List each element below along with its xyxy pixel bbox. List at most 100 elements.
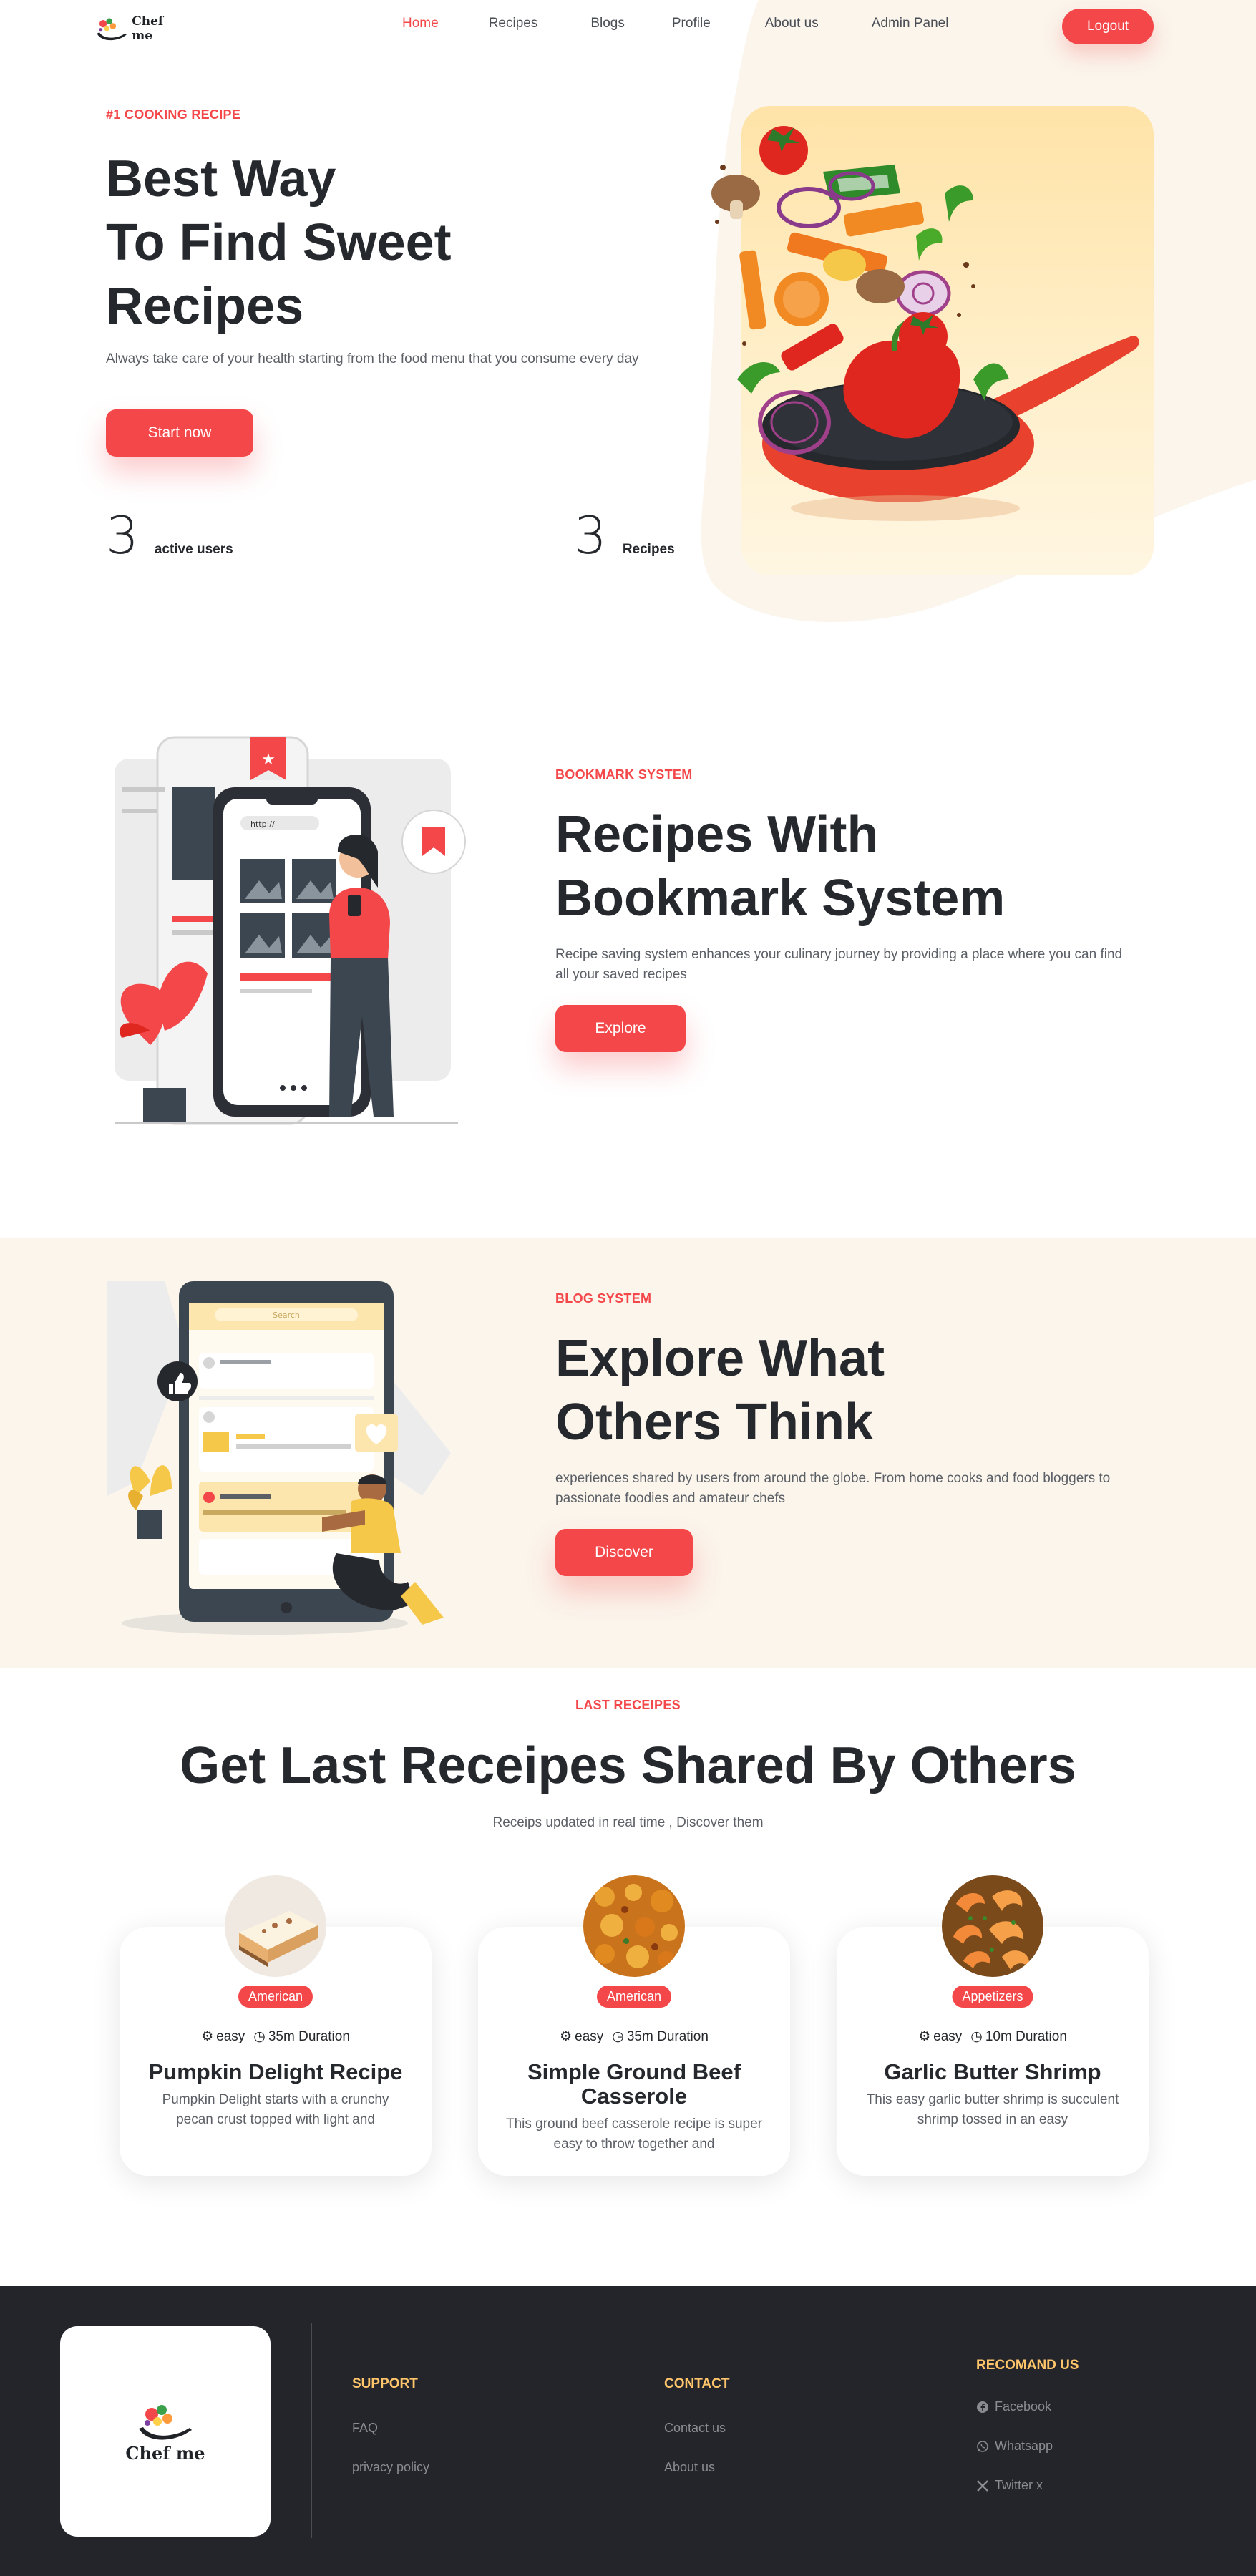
footer-link-facebook[interactable]: Facebook — [976, 2399, 1079, 2414]
phone-search-text: Search — [273, 1311, 300, 1320]
footer-link-twitter-x[interactable]: Twitter x — [976, 2478, 1079, 2493]
recipe-title[interactable]: Simple Ground Beef Casserole — [500, 2060, 769, 2109]
discover-button[interactable]: Discover — [555, 1529, 693, 1576]
gear-icon: ⚙ — [201, 2029, 214, 2044]
flying-vegetables-pan-image — [711, 126, 1139, 521]
logout-button[interactable]: Logout — [1062, 9, 1154, 44]
duration-label: 35m Duration — [268, 2028, 350, 2044]
gear-icon: ⚙ — [918, 2029, 931, 2044]
recipe-card[interactable]: Appetizers ⚙ easy ◷ 10m Duration Garlic Bu… — [837, 1875, 1149, 2176]
difficulty: ⚙ easy — [560, 2028, 603, 2045]
duration-label: 35m Duration — [626, 2028, 709, 2044]
footer-link-contact-us[interactable]: Contact us — [664, 2421, 729, 2436]
blog-title-line-1: Explore What — [555, 1330, 885, 1387]
blog-phone-illustration: Search — [107, 1281, 451, 1635]
stat-recipes: 3 Recipes — [574, 510, 675, 561]
recipe-description: This easy garlic butter shrimp is succul… — [866, 2092, 1119, 2127]
footer-link-whatsapp-label: Whatsapp — [995, 2439, 1053, 2453]
recipe-image-pumpkin-delight[interactable] — [225, 1875, 326, 1977]
recipe-image-ground-beef-casserole[interactable] — [583, 1875, 685, 1977]
svg-text:★: ★ — [261, 751, 276, 769]
clock-icon: ◷ — [253, 2029, 266, 2044]
footer-link-privacy-policy[interactable]: privacy policy — [352, 2460, 429, 2475]
nav-link-profile[interactable]: Profile — [672, 16, 711, 31]
footer-support: SUPPORT FAQ privacy policy — [352, 2376, 429, 2499]
phone-url-text: http:// — [250, 820, 275, 829]
chef-logo-icon — [139, 2404, 192, 2440]
chef-logo-icon — [97, 18, 127, 41]
nav-links: Home Recipes Blogs Profile About us Admi… — [402, 16, 948, 31]
recipe-meta: ⚙ easy ◷ 35m Duration — [120, 2028, 432, 2045]
duration-label: 10m Duration — [985, 2028, 1067, 2044]
hero-subtitle: Always take care of your health starting… — [106, 351, 639, 366]
gear-icon: ⚙ — [560, 2029, 573, 2044]
recipe-meta: ⚙ easy ◷ 35m Duration — [478, 2028, 790, 2045]
recipe-description: This ground beef casserole recipe is sup… — [505, 2116, 763, 2152]
hero-title-line-2: To Find Sweet — [106, 214, 452, 271]
footer-link-facebook-label: Facebook — [995, 2399, 1052, 2414]
stat-active-users-value: 3 — [106, 505, 139, 565]
top-nav: Chef me Home Recipes Blogs Profile About… — [0, 0, 1256, 57]
page: Chef me Home Recipes Blogs Profile About… — [0, 0, 1256, 2576]
latest-eyebrow: LAST RECEIPES — [575, 1698, 681, 1712]
nav-link-blogs[interactable]: Blogs — [590, 16, 625, 31]
hero-title: Best Way To Find Sweet Recipes — [106, 147, 621, 339]
duration: ◷ 10m Duration — [970, 2028, 1067, 2045]
footer-brand-name: Chef me — [125, 2442, 205, 2464]
start-now-button[interactable]: Start now — [106, 409, 253, 457]
category-badge: Appetizers — [952, 1986, 1033, 2008]
footer-recommend: RECOMAND US Facebook Whatsapp Twitter x — [976, 2358, 1079, 2517]
clock-icon: ◷ — [612, 2029, 624, 2044]
difficulty-label: easy — [216, 2028, 245, 2044]
nav-link-home[interactable]: Home — [402, 16, 439, 31]
footer-recommend-heading: RECOMAND US — [976, 2358, 1079, 2373]
footer-contact: CONTACT Contact us About us — [664, 2376, 729, 2499]
footer-link-about-us[interactable]: About us — [664, 2460, 729, 2475]
bookmark-phone-illustration: ★ http:// — [115, 736, 466, 1125]
nav-link-admin-panel[interactable]: Admin Panel — [872, 16, 949, 31]
stat-active-users-label: active users — [154, 542, 233, 557]
hero-eyebrow: #1 COOKING RECIPE — [106, 107, 241, 122]
bookmark-subtitle: Recipe saving system enhances your culin… — [555, 947, 1123, 982]
recipe-card[interactable]: American ⚙ easy ◷ 35m Duration Pumpkin Del… — [120, 1875, 432, 2176]
hero-title-line-1: Best Way — [106, 150, 336, 208]
category-badge: American — [238, 1986, 313, 2008]
recipe-title[interactable]: Pumpkin Delight Recipe — [141, 2060, 410, 2084]
footer-contact-heading: CONTACT — [664, 2376, 730, 2391]
brand-logo[interactable]: Chef me — [94, 11, 180, 46]
blog-subtitle: experiences shared by users from around … — [555, 1471, 1111, 1506]
footer-link-whatsapp[interactable]: Whatsapp — [976, 2439, 1079, 2454]
brand-name: Chef me — [132, 14, 164, 43]
recipe-description: Pumpkin Delight starts with a crunchy pe… — [162, 2092, 389, 2127]
latest-title: Get Last Receipes Shared By Others — [180, 1737, 1076, 1794]
bookmark-eyebrow: BOOKMARK SYSTEM — [555, 767, 693, 782]
hero-title-line-3: Recipes — [106, 278, 304, 335]
explore-button[interactable]: Explore — [555, 1005, 686, 1052]
recipe-image-garlic-butter-shrimp[interactable] — [942, 1875, 1043, 1977]
whatsapp-icon — [977, 2440, 988, 2452]
bookmark-title-line-2: Bookmark System — [555, 870, 1006, 927]
difficulty: ⚙ easy — [201, 2028, 245, 2045]
recipe-title[interactable]: Garlic Butter Shrimp — [858, 2060, 1127, 2084]
difficulty: ⚙ easy — [918, 2028, 962, 2045]
recipe-meta: ⚙ easy ◷ 10m Duration — [837, 2028, 1149, 2045]
recipe-card[interactable]: American ⚙ easy ◷ 35m Duration Simple Grou… — [478, 1875, 790, 2176]
footer-link-faq[interactable]: FAQ — [352, 2421, 429, 2436]
stat-recipes-label: Recipes — [622, 542, 675, 557]
category-badge: American — [596, 1986, 672, 2008]
footer-logo[interactable]: Chef me — [60, 2326, 271, 2537]
bookmark-title: Recipes With Bookmark System — [555, 803, 1128, 930]
footer-support-heading: SUPPORT — [352, 2376, 418, 2391]
difficulty-label: easy — [575, 2028, 604, 2044]
blog-title: Explore What Others Think — [555, 1327, 1128, 1454]
footer-link-twitter-x-label: Twitter x — [995, 2478, 1043, 2492]
nav-link-about-us[interactable]: About us — [765, 16, 819, 31]
latest-subtitle: Receips updated in real time , Discover … — [492, 1815, 764, 1830]
footer-divider — [311, 2323, 312, 2538]
difficulty-label: easy — [933, 2028, 963, 2044]
duration: ◷ 35m Duration — [612, 2028, 709, 2045]
footer: Chef me SUPPORT FAQ privacy policy CONTA… — [0, 2286, 1256, 2576]
x-icon — [977, 2479, 988, 2492]
stat-active-users: 3 active users — [106, 510, 233, 561]
nav-link-recipes[interactable]: Recipes — [489, 16, 538, 31]
